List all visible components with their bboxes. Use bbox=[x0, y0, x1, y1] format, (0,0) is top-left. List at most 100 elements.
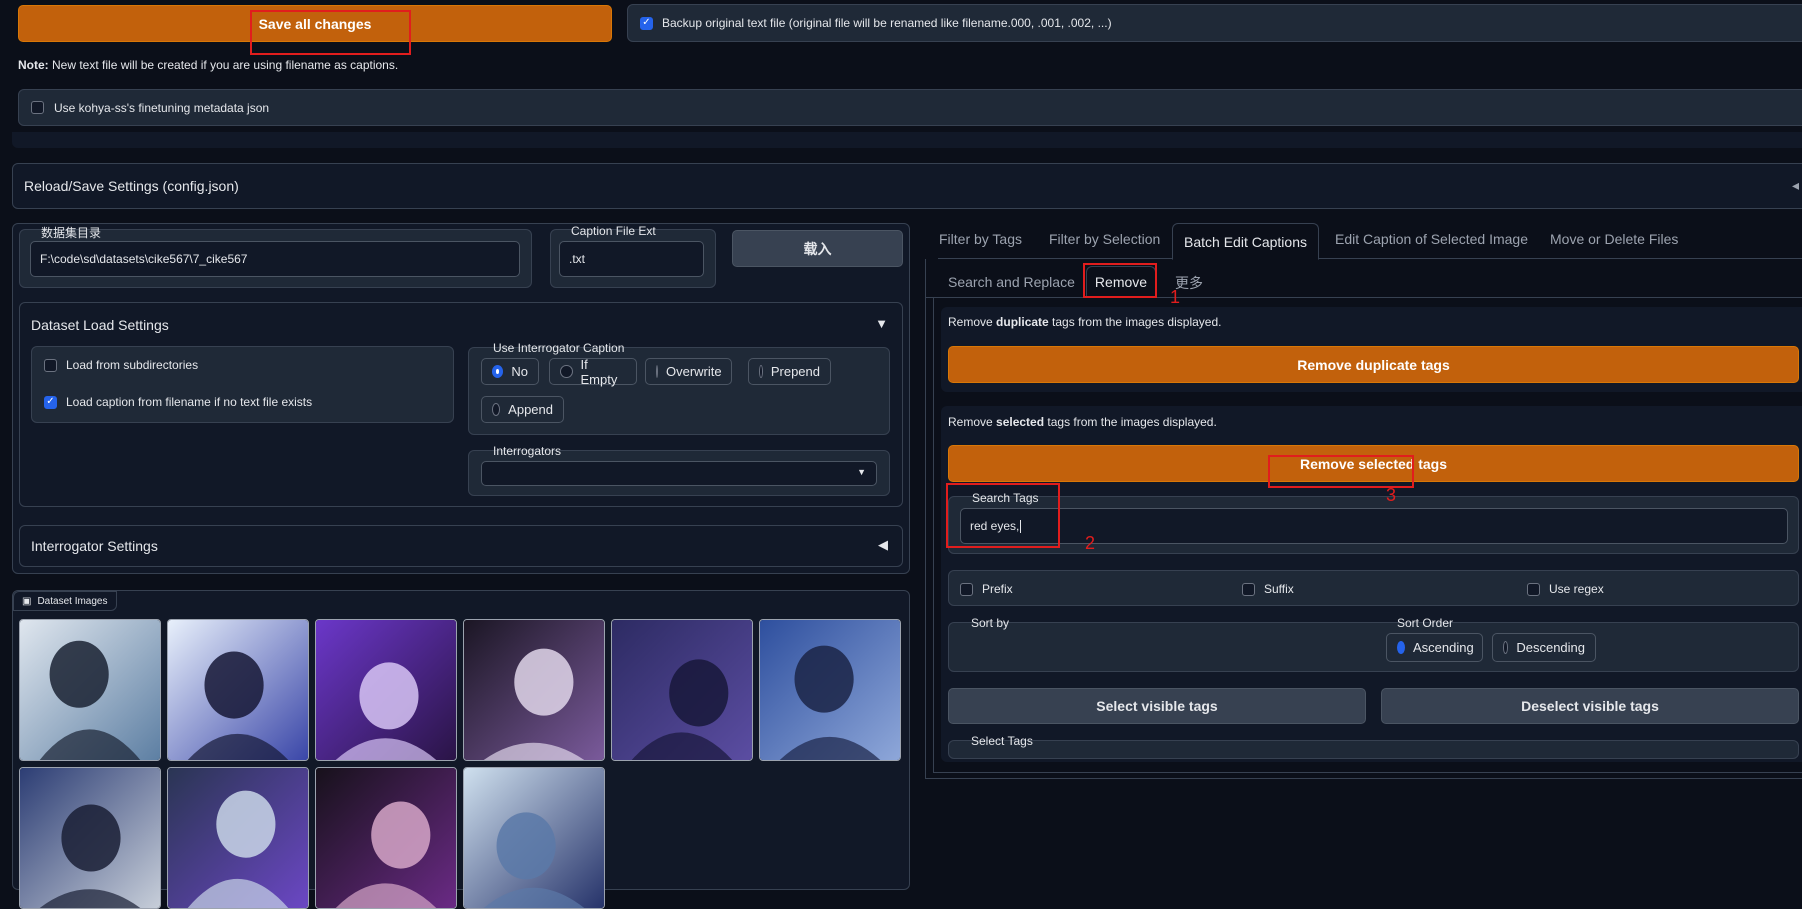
annotation-box-remove-selected bbox=[1268, 455, 1414, 488]
gallery-thumbnail[interactable] bbox=[315, 767, 457, 909]
regex-checkbox[interactable] bbox=[1527, 582, 1540, 596]
annotation-box-search bbox=[946, 483, 1060, 548]
select-visible-tags-button[interactable]: Select visible tags bbox=[948, 688, 1366, 724]
thumbnail-image bbox=[464, 768, 604, 908]
radio-descending[interactable] bbox=[1503, 641, 1509, 654]
option-no[interactable]: No bbox=[481, 358, 539, 385]
radio-overwrite[interactable] bbox=[656, 365, 658, 378]
thumbnail-image bbox=[20, 620, 160, 760]
option-if-empty[interactable]: If Empty bbox=[549, 357, 637, 387]
collapse-icon[interactable]: ◂ bbox=[1792, 177, 1799, 194]
regex-label: Use regex bbox=[1549, 582, 1604, 596]
note-text: New text file will be created if you are… bbox=[48, 58, 399, 72]
load-subdirs-option[interactable]: Load from subdirectories bbox=[44, 358, 198, 372]
match-options-block: Prefix Suffix Use regex bbox=[948, 570, 1799, 606]
prefix-option[interactable]: Prefix bbox=[960, 582, 1013, 596]
tab-filter-by-tags[interactable]: Filter by Tags bbox=[939, 231, 1022, 247]
tab-move-delete-files[interactable]: Move or Delete Files bbox=[1550, 231, 1678, 247]
annotation-box-remove-tab bbox=[1083, 263, 1157, 298]
subtab-search-replace[interactable]: Search and Replace bbox=[948, 274, 1075, 290]
thumbnail-image bbox=[464, 620, 604, 760]
option-prepend-label: Prepend bbox=[770, 364, 820, 379]
deselect-visible-tags-button[interactable]: Deselect visible tags bbox=[1381, 688, 1799, 724]
radio-no[interactable] bbox=[492, 365, 504, 378]
sort-ascending-option[interactable]: Ascending bbox=[1386, 633, 1483, 662]
reload-save-title: Reload/Save Settings (config.json) bbox=[24, 178, 239, 194]
collapse-arrow-icon[interactable]: ▼ bbox=[875, 316, 888, 331]
sort-order-label: Sort Order bbox=[1397, 616, 1454, 630]
option-overwrite-label: Overwrite bbox=[666, 364, 722, 379]
kohya-checkbox[interactable] bbox=[31, 101, 44, 114]
option-overwrite[interactable]: Overwrite bbox=[645, 358, 732, 385]
caption-ext-label: Caption File Ext bbox=[571, 224, 656, 238]
prefix-checkbox[interactable] bbox=[960, 582, 973, 596]
option-no-label: No bbox=[511, 364, 528, 379]
backup-checkbox[interactable]: ✓ bbox=[640, 16, 653, 30]
dataset-dir-label: 数据集目录 bbox=[41, 226, 102, 240]
tab-batch-edit-captions[interactable]: Batch Edit Captions bbox=[1172, 223, 1319, 260]
interrogator-settings-accordion[interactable]: Interrogator Settings ◀ bbox=[19, 525, 903, 567]
gallery-label-tab: ▣ Dataset Images bbox=[13, 591, 117, 611]
gallery-thumbnail[interactable] bbox=[19, 767, 161, 909]
radio-ascending[interactable] bbox=[1397, 641, 1405, 654]
backup-option[interactable]: ✓ Backup original text file (original fi… bbox=[627, 4, 1802, 42]
gallery-thumbnail[interactable] bbox=[19, 619, 161, 761]
image-icon: ▣ bbox=[22, 595, 32, 607]
load-subdirs-checkbox[interactable] bbox=[44, 358, 57, 372]
select-visible-label: Select visible tags bbox=[1096, 698, 1218, 714]
dataset-dir-input[interactable]: F:\code\sd\datasets\cike567\7_cike567 bbox=[30, 241, 520, 277]
thumbnail-image bbox=[20, 768, 160, 908]
radio-prepend[interactable] bbox=[759, 365, 763, 378]
note-bold: Note: bbox=[18, 58, 49, 72]
interrogator-caption-label: Use Interrogator Caption bbox=[493, 341, 625, 355]
dataset-dir-value: F:\code\sd\datasets\cike567\7_cike567 bbox=[40, 252, 248, 266]
interrogator-settings-title: Interrogator Settings bbox=[31, 538, 158, 554]
load-button[interactable]: 载入 bbox=[732, 230, 903, 267]
dup-bold: duplicate bbox=[996, 315, 1049, 329]
caption-ext-input[interactable]: .txt bbox=[559, 241, 704, 277]
gallery-thumbnail[interactable] bbox=[315, 619, 457, 761]
sel-pre: Remove bbox=[948, 415, 997, 429]
load-caption-option[interactable]: ✓ Load caption from filename if no text … bbox=[44, 395, 312, 409]
suffix-option[interactable]: Suffix bbox=[1242, 582, 1294, 596]
radio-if-empty[interactable] bbox=[560, 365, 573, 378]
gallery-thumbnail[interactable] bbox=[759, 619, 901, 761]
remove-duplicate-tags-button[interactable]: Remove duplicate tags bbox=[948, 346, 1799, 383]
select-tags-label: Select Tags bbox=[971, 734, 1033, 748]
dropdown-arrow-icon: ▼ bbox=[857, 467, 866, 477]
top-panel-bottom bbox=[12, 132, 1802, 148]
gallery-thumbnail[interactable] bbox=[463, 767, 605, 909]
annotation-label-2: 2 bbox=[1085, 533, 1096, 553]
option-append[interactable]: Append bbox=[481, 396, 564, 423]
load-checkbox-group: Load from subdirectories ✓ Load caption … bbox=[31, 346, 454, 423]
interrogators-group: Interrogators ▼ bbox=[468, 444, 890, 496]
load-caption-checkbox[interactable]: ✓ bbox=[44, 395, 57, 409]
gallery-thumbnail[interactable] bbox=[463, 619, 605, 761]
tab-filter-by-selection[interactable]: Filter by Selection bbox=[1049, 231, 1160, 247]
remove-selected-description: Remove selected tags from the images dis… bbox=[948, 415, 1217, 429]
radio-append[interactable] bbox=[492, 403, 501, 416]
reload-save-accordion[interactable]: Reload/Save Settings (config.json) ◂ bbox=[12, 163, 1802, 209]
thumbnail-image bbox=[168, 620, 308, 760]
sort-descending-option[interactable]: Descending bbox=[1492, 633, 1596, 662]
regex-option[interactable]: Use regex bbox=[1527, 582, 1604, 596]
caption-ext-value: .txt bbox=[569, 252, 586, 266]
gallery-thumbnail[interactable] bbox=[167, 619, 309, 761]
annotation-label-3: 3 bbox=[1386, 485, 1397, 505]
ascending-label: Ascending bbox=[1413, 640, 1474, 655]
expand-arrow-icon[interactable]: ◀ bbox=[878, 537, 888, 553]
suffix-checkbox[interactable] bbox=[1242, 582, 1255, 596]
gallery-label: Dataset Images bbox=[37, 595, 108, 607]
load-settings-title: Dataset Load Settings bbox=[31, 317, 169, 333]
kohya-option[interactable]: Use kohya-ss's finetuning metadata json bbox=[18, 89, 1802, 126]
gallery-thumbnail[interactable] bbox=[611, 619, 753, 761]
interrogators-dropdown[interactable]: ▼ bbox=[481, 461, 877, 486]
option-prepend[interactable]: Prepend bbox=[748, 358, 831, 385]
option-append-label: Append bbox=[508, 402, 553, 417]
tab-edit-caption-selected[interactable]: Edit Caption of Selected Image bbox=[1335, 231, 1528, 247]
sort-block: Sort by Sort Order Ascending Descending bbox=[948, 616, 1799, 672]
thumbnail-image bbox=[316, 768, 456, 908]
gallery-thumbnail[interactable] bbox=[167, 767, 309, 909]
thumbnail-image bbox=[612, 620, 752, 760]
interrogators-label: Interrogators bbox=[493, 444, 562, 458]
